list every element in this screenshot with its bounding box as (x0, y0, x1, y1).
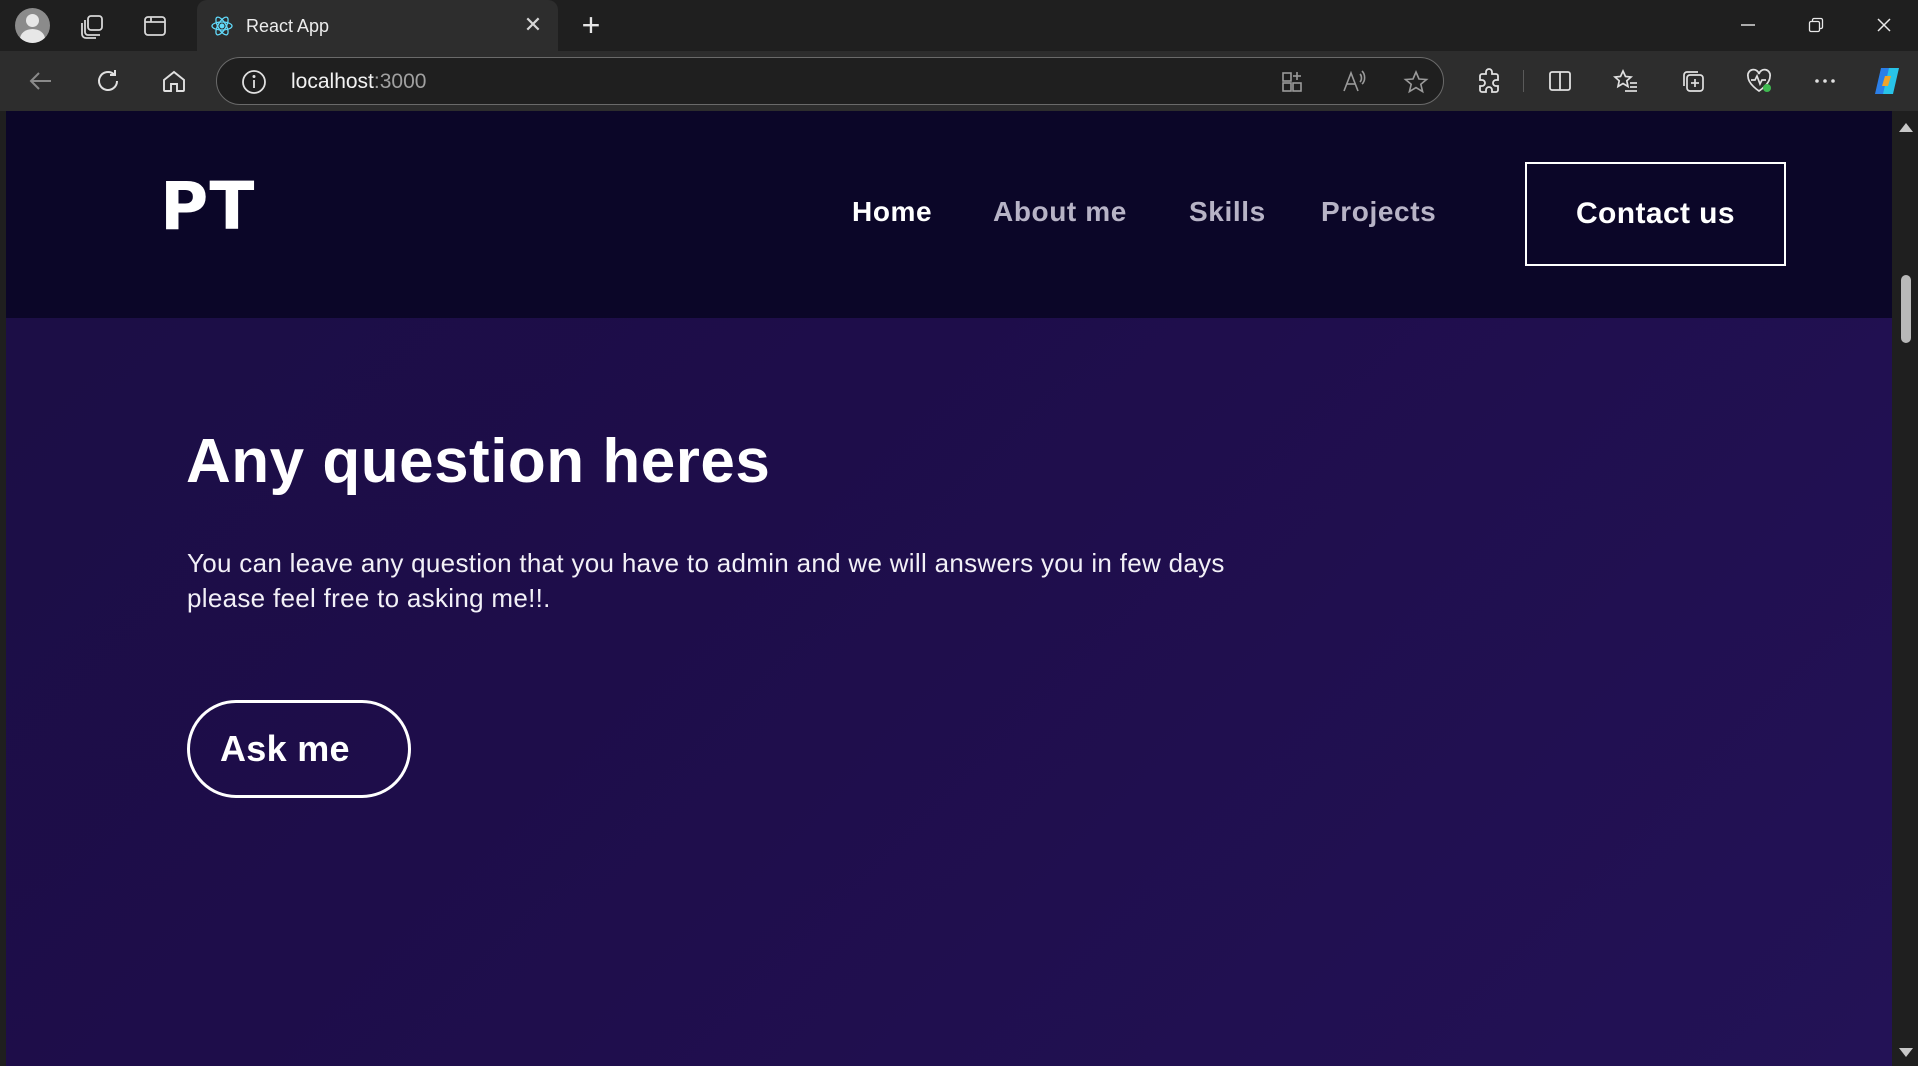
site-logo[interactable]: PT (160, 169, 255, 245)
apps-icon[interactable] (1279, 69, 1305, 95)
react-icon (210, 14, 234, 38)
restore-icon[interactable] (1796, 8, 1836, 42)
scrollbar-thumb[interactable] (1901, 275, 1911, 343)
new-tab-plus-icon[interactable]: + (574, 9, 608, 43)
page-viewport: PT Home About me Skills Projects Contact… (6, 111, 1892, 1066)
split-screen-icon[interactable] (1543, 64, 1577, 98)
close-tab-icon[interactable]: ✕ (521, 14, 545, 38)
url-port: :3000 (373, 70, 427, 93)
scroll-down-arrow-icon[interactable] (1899, 1048, 1913, 1057)
collections-icon[interactable] (1676, 64, 1710, 98)
reload-icon[interactable] (91, 64, 125, 98)
url-text[interactable]: localhost:3000 (291, 70, 426, 94)
minimize-icon[interactable] (1728, 8, 1768, 42)
scroll-up-arrow-icon[interactable] (1899, 123, 1913, 132)
puzzle-icon[interactable] (1472, 64, 1506, 98)
workspaces-icon[interactable] (76, 9, 110, 43)
browser-tab-bar: React App ✕ + (0, 0, 1918, 51)
nav-link-skills[interactable]: Skills (1189, 194, 1266, 230)
hero-description-line-1: You can leave any question that you have… (187, 548, 1225, 578)
address-bar[interactable]: localhost:3000 (216, 57, 1444, 105)
favorites-list-icon[interactable] (1609, 64, 1643, 98)
profile-avatar-icon[interactable] (15, 8, 50, 43)
nav-link-about-me[interactable]: About me (993, 194, 1127, 230)
ask-me-button[interactable]: Ask me (187, 700, 411, 798)
copilot-icon[interactable] (1870, 64, 1904, 98)
close-window-icon[interactable] (1864, 8, 1904, 42)
read-aloud-icon[interactable] (1341, 69, 1367, 95)
back-arrow-icon[interactable] (24, 64, 58, 98)
hero-title: Any question heres (186, 427, 771, 496)
more-icon[interactable] (1808, 64, 1842, 98)
star-icon[interactable] (1403, 69, 1429, 95)
page-scrollbar[interactable] (1892, 111, 1918, 1066)
contact-us-button[interactable]: Contact us (1525, 162, 1786, 266)
site-header: PT Home About me Skills Projects Contact… (6, 111, 1892, 318)
info-icon[interactable] (241, 69, 267, 95)
tab-actions-icon[interactable] (138, 9, 172, 43)
toolbar-divider (1523, 70, 1524, 92)
tab-title: React App (246, 16, 330, 36)
nav-link-home[interactable]: Home (852, 194, 932, 230)
hero-description: You can leave any question that you have… (187, 546, 1367, 616)
nav-link-projects[interactable]: Projects (1321, 194, 1436, 230)
home-icon[interactable] (157, 64, 191, 98)
browser-toolbar: localhost:3000 (0, 51, 1918, 111)
browser-essentials-icon[interactable] (1742, 64, 1776, 98)
hero-description-line-2: please feel free to asking me!!. (187, 583, 551, 613)
url-host: localhost (291, 70, 374, 93)
